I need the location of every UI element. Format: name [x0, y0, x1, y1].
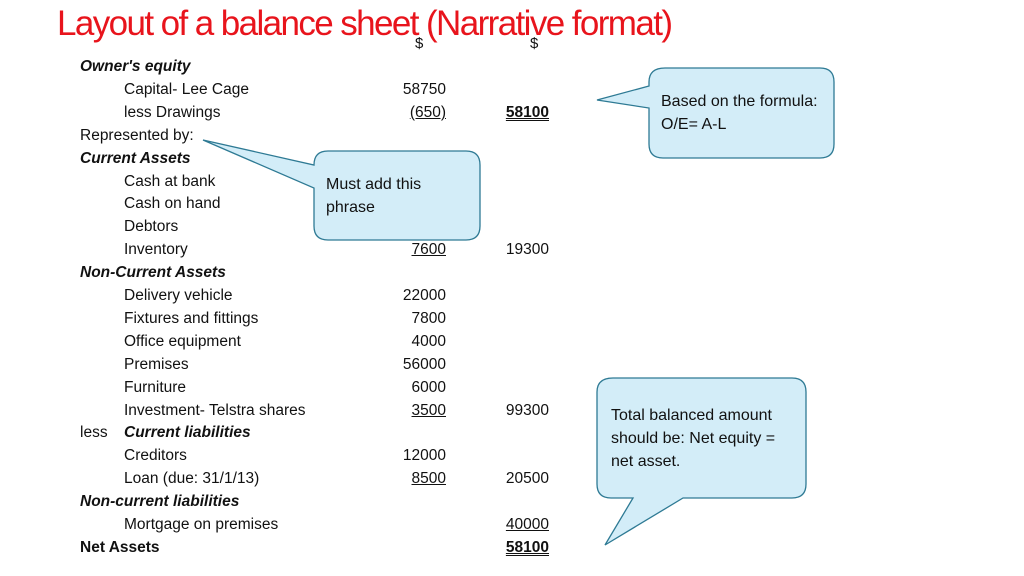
callouts-layer [202, 67, 835, 546]
callout-balanced-text: Total balanced amount should be: Net equ… [611, 407, 776, 470]
callout-formula-text: Based on the formula: O/E= A-L [661, 93, 818, 133]
callout-phrase-text: Must add this phrase [326, 176, 422, 216]
